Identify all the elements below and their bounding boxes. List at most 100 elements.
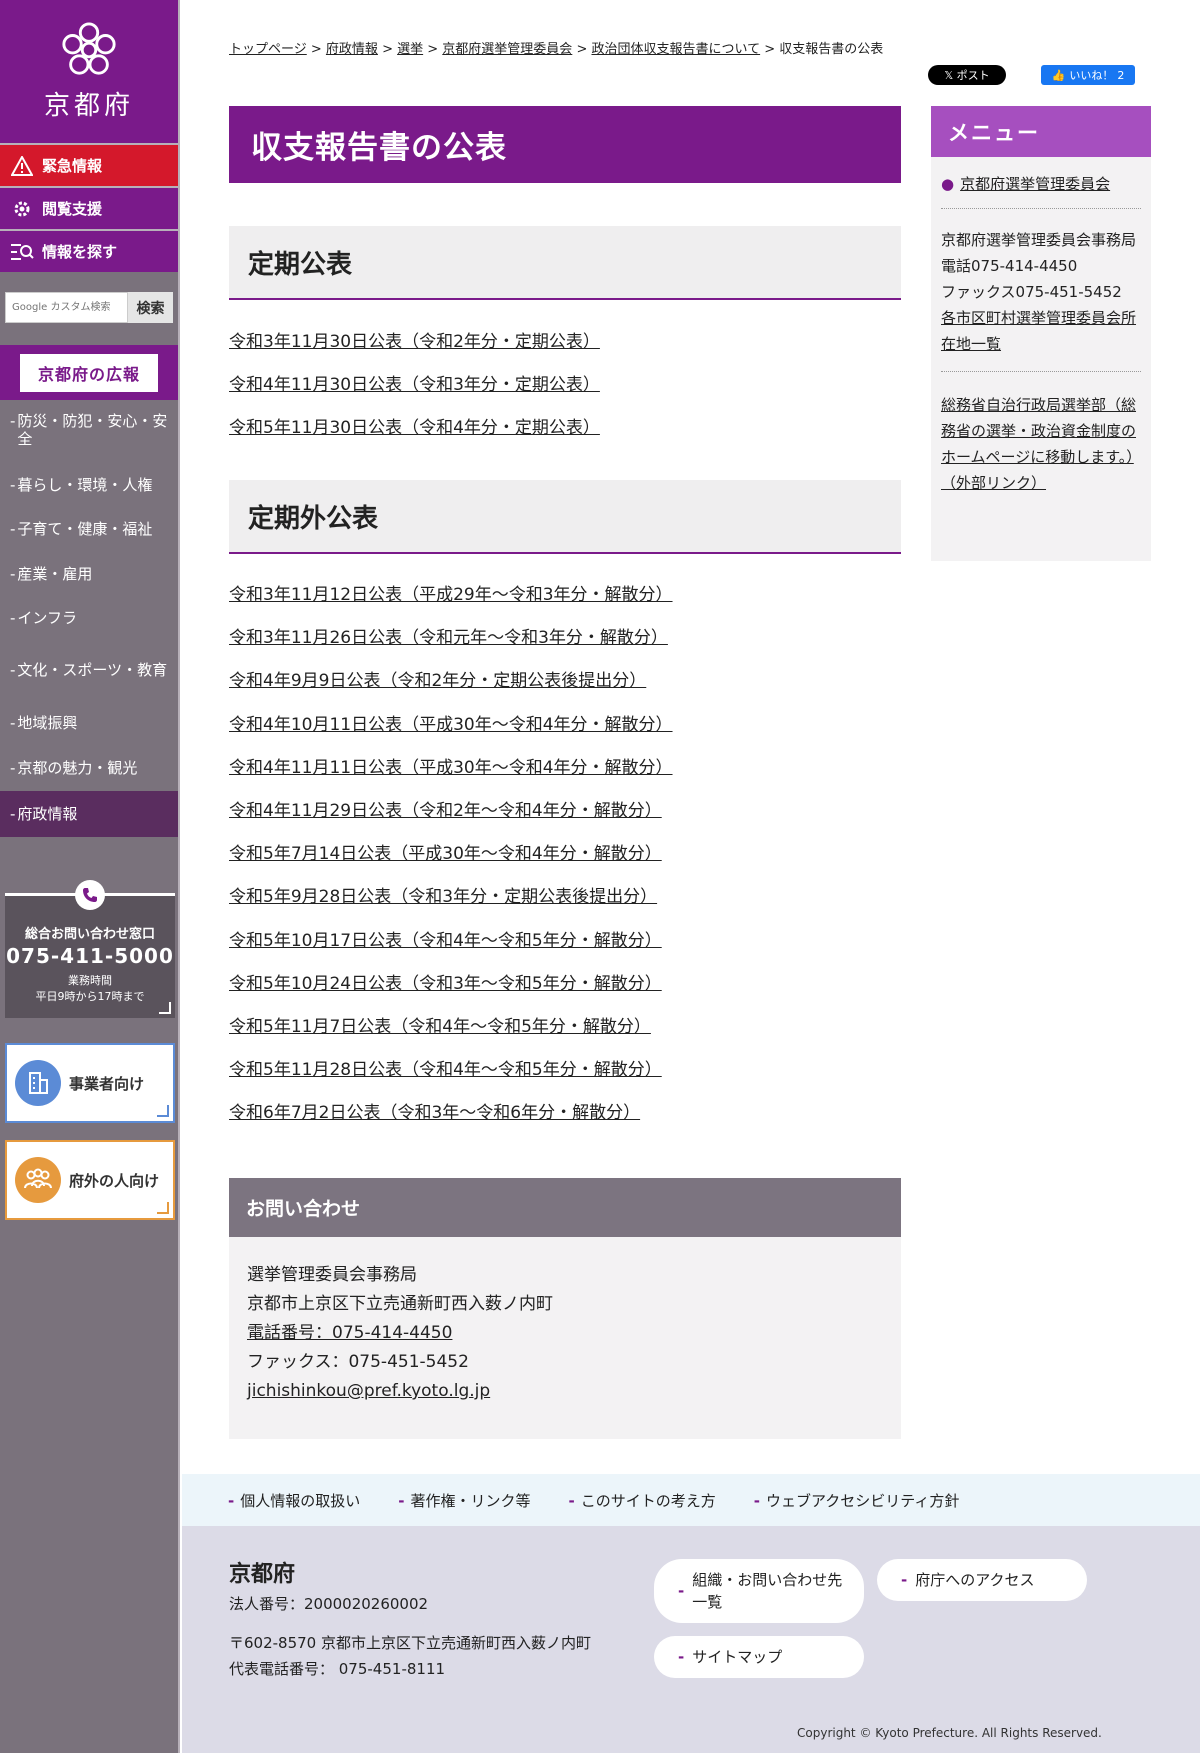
report-link[interactable]: 令和3年11月12日公表（平成29年～令和3年分・解散分）: [229, 585, 673, 605]
nav-item-culture[interactable]: - 文化・スポーツ・教育: [0, 640, 178, 700]
site-logo[interactable]: 京都府: [0, 0, 178, 143]
phone-title: 総合お問い合わせ窓口: [24, 927, 155, 942]
list-item: 令和5年11月7日公表（令和4年～令和5年分・解散分）: [229, 1012, 673, 1055]
gear-icon: [10, 197, 34, 221]
footer-org-contact-label: 組織・お問い合わせ先一覧: [692, 1571, 843, 1611]
footer-corp-number: 法人番号：2000020260002: [229, 1595, 429, 1613]
phone-contact-box[interactable]: 総合お問い合わせ窓口 075-411-5000 業務時間 平日9時から17時まで: [5, 880, 175, 1018]
pr-link[interactable]: 京都府の広報: [19, 353, 158, 392]
contact-heading: お問い合わせ: [229, 1178, 901, 1237]
contact-office: 選挙管理委員会事務局: [247, 1265, 417, 1285]
footer-sitemap-button[interactable]: - サイトマップ: [654, 1636, 864, 1678]
fb-like-count: 2: [1117, 68, 1125, 82]
breadcrumb-report-about[interactable]: 政治団体収支報告書について: [591, 42, 760, 57]
report-link[interactable]: 令和5年11月30日公表（令和4年分・定期公表）: [229, 418, 600, 438]
x-post-button[interactable]: 𝕏 ポスト: [928, 65, 1006, 85]
side-menu: メニュー ● 京都府選挙管理委員会 京都府選挙管理委員会事務局 電話075-414…: [931, 106, 1151, 561]
contact-email-link[interactable]: jichishinkou@pref.kyoto.lg.jp: [247, 1381, 490, 1401]
list-item: 令和5年7月14日公表（平成30年～令和4年分・解散分）: [229, 839, 673, 882]
search-input[interactable]: [5, 292, 128, 323]
footer-privacy-link[interactable]: - 個人情報の取扱い: [228, 1490, 360, 1511]
footer-access-label: 府庁へのアクセス: [915, 1571, 1035, 1589]
nav-item-government[interactable]: - 府政情報: [0, 791, 178, 837]
nav-item-infra[interactable]: - インフラ: [0, 596, 178, 640]
list-item: 令和5年10月24日公表（令和3年～令和5年分・解散分）: [229, 969, 673, 1012]
list-item: 令和4年10月11日公表（平成30年～令和4年分・解散分）: [229, 710, 673, 753]
footer-accessibility-link[interactable]: - ウェブアクセシビリティ方針: [754, 1490, 960, 1511]
footer-policy-link[interactable]: - このサイトの考え方: [569, 1490, 716, 1511]
pr-band: 京都府の広報: [0, 345, 178, 400]
kyoto-emblem-icon: [62, 22, 116, 75]
list-item: 令和3年11月30日公表（令和2年分・定期公表）: [229, 327, 600, 370]
report-link[interactable]: 令和5年7月14日公表（平成30年～令和4年分・解散分）: [229, 844, 662, 864]
breadcrumb-committee[interactable]: 京都府選挙管理委員会: [442, 42, 572, 57]
report-link[interactable]: 令和4年11月30日公表（令和3年分・定期公表）: [229, 375, 600, 395]
nav-item-region[interactable]: - 地域振興: [0, 700, 178, 745]
search-button[interactable]: 検索: [128, 292, 173, 323]
list-item: 令和5年10月17日公表（令和4年～令和5年分・解散分）: [229, 926, 673, 969]
report-link[interactable]: 令和5年9月28日公表（令和3年分・定期公表後提出分）: [229, 887, 657, 907]
corner-arrow-icon: [159, 1002, 171, 1014]
corner-arrow-icon: [157, 1202, 169, 1214]
fb-like-button[interactable]: 👍 いいね！ 2: [1041, 65, 1135, 85]
outside-link[interactable]: 府外の人向け: [5, 1140, 175, 1220]
report-link[interactable]: 令和5年10月17日公表（令和4年～令和5年分・解散分）: [229, 931, 662, 951]
report-link[interactable]: 令和5年11月28日公表（令和4年～令和5年分・解散分）: [229, 1060, 662, 1080]
report-link[interactable]: 令和3年11月26日公表（令和元年～令和3年分・解散分）: [229, 628, 668, 648]
report-link[interactable]: 令和4年11月29日公表（令和2年～令和4年分・解散分）: [229, 801, 662, 821]
menu-office-fax: ファックス075-451-5452: [941, 283, 1122, 301]
building-icon: [15, 1060, 61, 1106]
phone-hours-label: 業務時間: [68, 974, 112, 987]
nav-item-tourism[interactable]: - 京都の魅力・観光: [0, 745, 178, 791]
nav-item-living[interactable]: - 暮らし・環境・人権: [0, 463, 178, 506]
breadcrumb-government[interactable]: 府政情報: [326, 42, 378, 57]
phone-hours: 業務時間 平日9時から17時まで: [5, 973, 175, 1005]
people-icon: [15, 1157, 61, 1203]
menu-office-name: 京都府選挙管理委員会事務局: [941, 231, 1137, 249]
phone-hours-value: 平日9時から17時まで: [35, 990, 145, 1003]
breadcrumb-election[interactable]: 選挙: [397, 42, 423, 57]
business-link[interactable]: 事業者向け: [5, 1043, 175, 1123]
search-list-icon: [10, 240, 34, 264]
nav-item-disaster[interactable]: - 防災・防犯・安心・安全: [0, 412, 178, 463]
contact-body: 選挙管理委員会事務局 京都市上京区下立売通新町西入薮ノ内町 電話番号：075-4…: [229, 1237, 901, 1439]
menu-office-phone: 電話075-414-4450: [941, 257, 1078, 275]
breadcrumb-current: 収支報告書の公表: [779, 42, 884, 57]
menu-list-link[interactable]: 各市区町村選挙管理委員会所在地一覧: [941, 309, 1136, 353]
report-link[interactable]: 令和4年9月9日公表（令和2年分・定期公表後提出分）: [229, 671, 646, 691]
breadcrumb-top[interactable]: トップページ: [229, 42, 307, 57]
phone-number: 075-411-5000: [6, 944, 174, 968]
outside-label: 府外の人向け: [69, 1171, 160, 1190]
footer-links: - 個人情報の取扱い - 著作権・リンク等 - このサイトの考え方 - ウェブアクセシビ…: [182, 1474, 1200, 1526]
menu-committee-link[interactable]: 京都府選挙管理委員会: [960, 175, 1110, 193]
list-item: 令和3年11月12日公表（平成29年～令和3年分・解散分）: [229, 580, 673, 623]
phone-icon: [75, 880, 105, 910]
contact-address: 京都市上京区下立売通新町西入薮ノ内町: [247, 1294, 553, 1314]
footer-copyright-link[interactable]: - 著作権・リンク等: [398, 1490, 530, 1511]
list-item: 令和5年11月30日公表（令和4年分・定期公表）: [229, 413, 600, 456]
report-link[interactable]: 令和4年11月11日公表（平成30年～令和4年分・解散分）: [229, 758, 673, 778]
report-link[interactable]: 令和6年7月2日公表（令和3年～令和6年分・解散分）: [229, 1103, 640, 1123]
footer-org-name: 京都府: [229, 1562, 296, 1587]
report-link[interactable]: 令和3年11月30日公表（令和2年分・定期公表）: [229, 332, 600, 352]
report-link[interactable]: 令和5年11月7日公表（令和4年～令和5年分・解散分）: [229, 1017, 651, 1037]
report-link[interactable]: 令和5年10月24日公表（令和3年～令和5年分・解散分）: [229, 974, 662, 994]
nav-item-industry[interactable]: - 産業・雇用: [0, 551, 178, 596]
nav-item-childcare[interactable]: - 子育て・健康・福祉: [0, 506, 178, 551]
find-info-button[interactable]: 情報を探す: [0, 229, 178, 272]
side-nav: - 防災・防犯・安心・安全 - 暮らし・環境・人権 - 子育て・健康・福祉 - 産業・雇…: [0, 412, 178, 837]
accessibility-button[interactable]: 閲覧支援: [0, 186, 178, 229]
page-title: 収支報告書の公表: [229, 106, 901, 183]
emergency-button[interactable]: 緊急情報: [0, 143, 178, 186]
corner-arrow-icon: [157, 1105, 169, 1117]
footer-org-contact-button[interactable]: - 組織・お問い合わせ先一覧: [654, 1559, 864, 1623]
warning-icon: [10, 154, 34, 178]
footer-access-button[interactable]: - 府庁へのアクセス: [877, 1559, 1087, 1601]
regular-links: 令和3年11月30日公表（令和2年分・定期公表） 令和4年11月30日公表（令和3…: [229, 327, 600, 457]
contact-phone-link[interactable]: 電話番号：075-414-4450: [247, 1323, 452, 1343]
report-link[interactable]: 令和4年10月11日公表（平成30年～令和4年分・解散分）: [229, 715, 673, 735]
business-label: 事業者向け: [69, 1074, 145, 1093]
footer-sitemap-label: サイトマップ: [692, 1648, 783, 1666]
menu-external-link[interactable]: 総務省自治行政局選挙部（総務省の選挙・政治資金制度のホームページに移動します。）…: [941, 396, 1136, 492]
footer-tel: 代表電話番号： 075-451-8111: [229, 1660, 446, 1678]
